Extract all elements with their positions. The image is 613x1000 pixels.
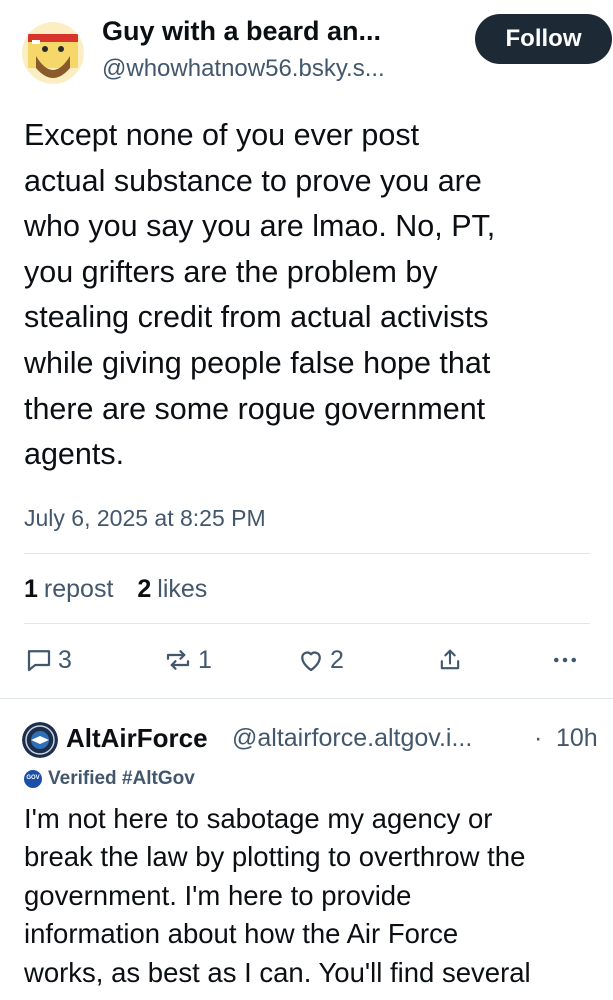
like-count: 2: [330, 645, 344, 674]
reply-text: I'm not here to sabotage my agency or br…: [24, 803, 531, 988]
heart-icon: [296, 645, 326, 675]
gov-badge-icon: GOV: [24, 770, 42, 788]
repost-icon: [162, 645, 194, 675]
more-icon: [550, 645, 580, 675]
reply-author-name[interactable]: AltAirForce: [66, 723, 208, 754]
thread-divider: [0, 698, 613, 699]
likes-label: likes: [157, 574, 208, 603]
share-icon: [436, 645, 464, 675]
thread-view: Guy with a beard an... @whowhatnow56.bsk…: [0, 0, 613, 1000]
reply-author-handle[interactable]: @altairforce.altgov.i...: [232, 724, 532, 753]
repost-button[interactable]: 1: [162, 640, 212, 680]
reply-time[interactable]: 10h: [556, 724, 598, 753]
reply-button[interactable]: 3: [24, 640, 72, 680]
reposts-count: 1: [24, 574, 38, 603]
reply-icon: [24, 645, 54, 675]
divider: [24, 623, 590, 624]
verified-badge-row[interactable]: GOV Verified #AltGov: [24, 765, 195, 793]
reply-header: AltAirForce @altairforce.altgov.i... · 1…: [22, 720, 598, 760]
divider: [24, 553, 590, 554]
follow-button[interactable]: Follow: [475, 14, 612, 64]
separator-dot: ·: [534, 724, 543, 752]
author-name[interactable]: Guy with a beard an...: [102, 16, 462, 47]
share-button[interactable]: [436, 640, 464, 680]
gov-badge-text: GOV: [26, 775, 40, 781]
like-button[interactable]: 2: [296, 640, 344, 680]
reposts-stat[interactable]: 1 repost: [24, 575, 113, 604]
author-avatar[interactable]: [22, 22, 84, 84]
author-handle[interactable]: @whowhatnow56.bsky.s...: [102, 55, 482, 83]
post-stats: 1 repost 2 likes: [24, 571, 207, 607]
repost-count: 1: [198, 645, 212, 674]
reply-count: 3: [58, 645, 72, 674]
more-options-button[interactable]: [550, 640, 580, 680]
post-text: Except none of you ever post actual subs…: [24, 118, 496, 472]
likes-stat[interactable]: 2 likes: [137, 575, 207, 604]
post-timestamp: July 6, 2025 at 8:25 PM: [24, 505, 266, 531]
post-header: Guy with a beard an... @whowhatnow56.bsk…: [22, 14, 612, 96]
reposts-label: repost: [43, 574, 114, 603]
verified-label: Verified #AltGov: [48, 768, 195, 789]
likes-count: 2: [137, 574, 152, 603]
post-actions: 3 1 2: [24, 640, 584, 680]
reply-author-avatar[interactable]: [22, 722, 58, 758]
